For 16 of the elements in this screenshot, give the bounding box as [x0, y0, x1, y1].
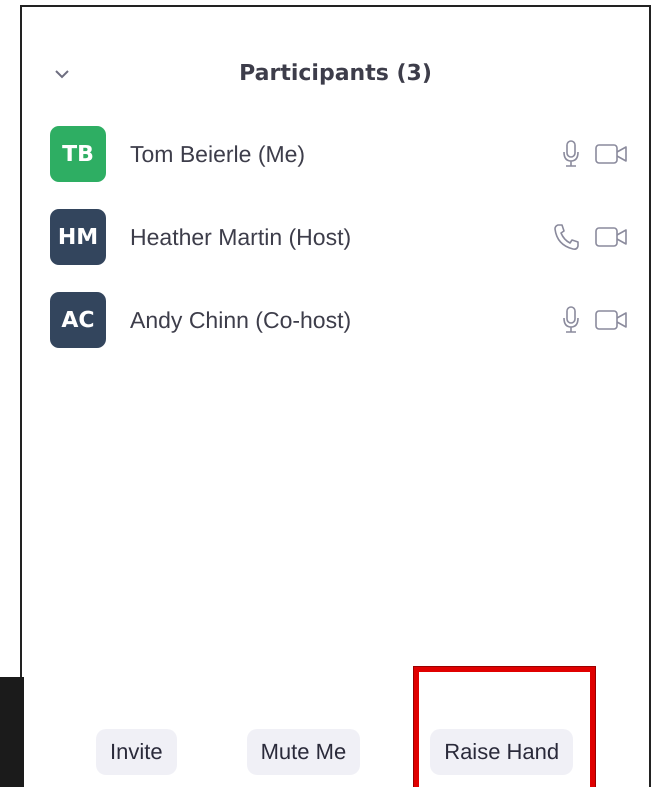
participant-name: Andy Chinn (Co-host)	[130, 306, 352, 334]
action-button[interactable]: Raise Hand	[430, 729, 574, 775]
video-camera-icon[interactable]	[595, 142, 627, 166]
video-camera-icon[interactable]	[595, 308, 627, 332]
video-camera-icon[interactable]	[595, 225, 627, 249]
panel-title: Participants (3)	[239, 60, 432, 86]
microphone-icon[interactable]	[561, 306, 581, 334]
microphone-icon[interactable]	[561, 140, 581, 168]
avatar: AC	[50, 292, 106, 348]
avatar: HM	[50, 209, 106, 265]
action-button[interactable]: Mute Me	[246, 729, 360, 775]
avatar: TB	[50, 126, 106, 182]
phone-icon[interactable]	[553, 223, 581, 251]
action-button[interactable]: Invite	[96, 729, 177, 775]
participant-name: Heather Martin (Host)	[130, 224, 352, 250]
participant-name: Tom Beierle (Me)	[130, 140, 306, 168]
